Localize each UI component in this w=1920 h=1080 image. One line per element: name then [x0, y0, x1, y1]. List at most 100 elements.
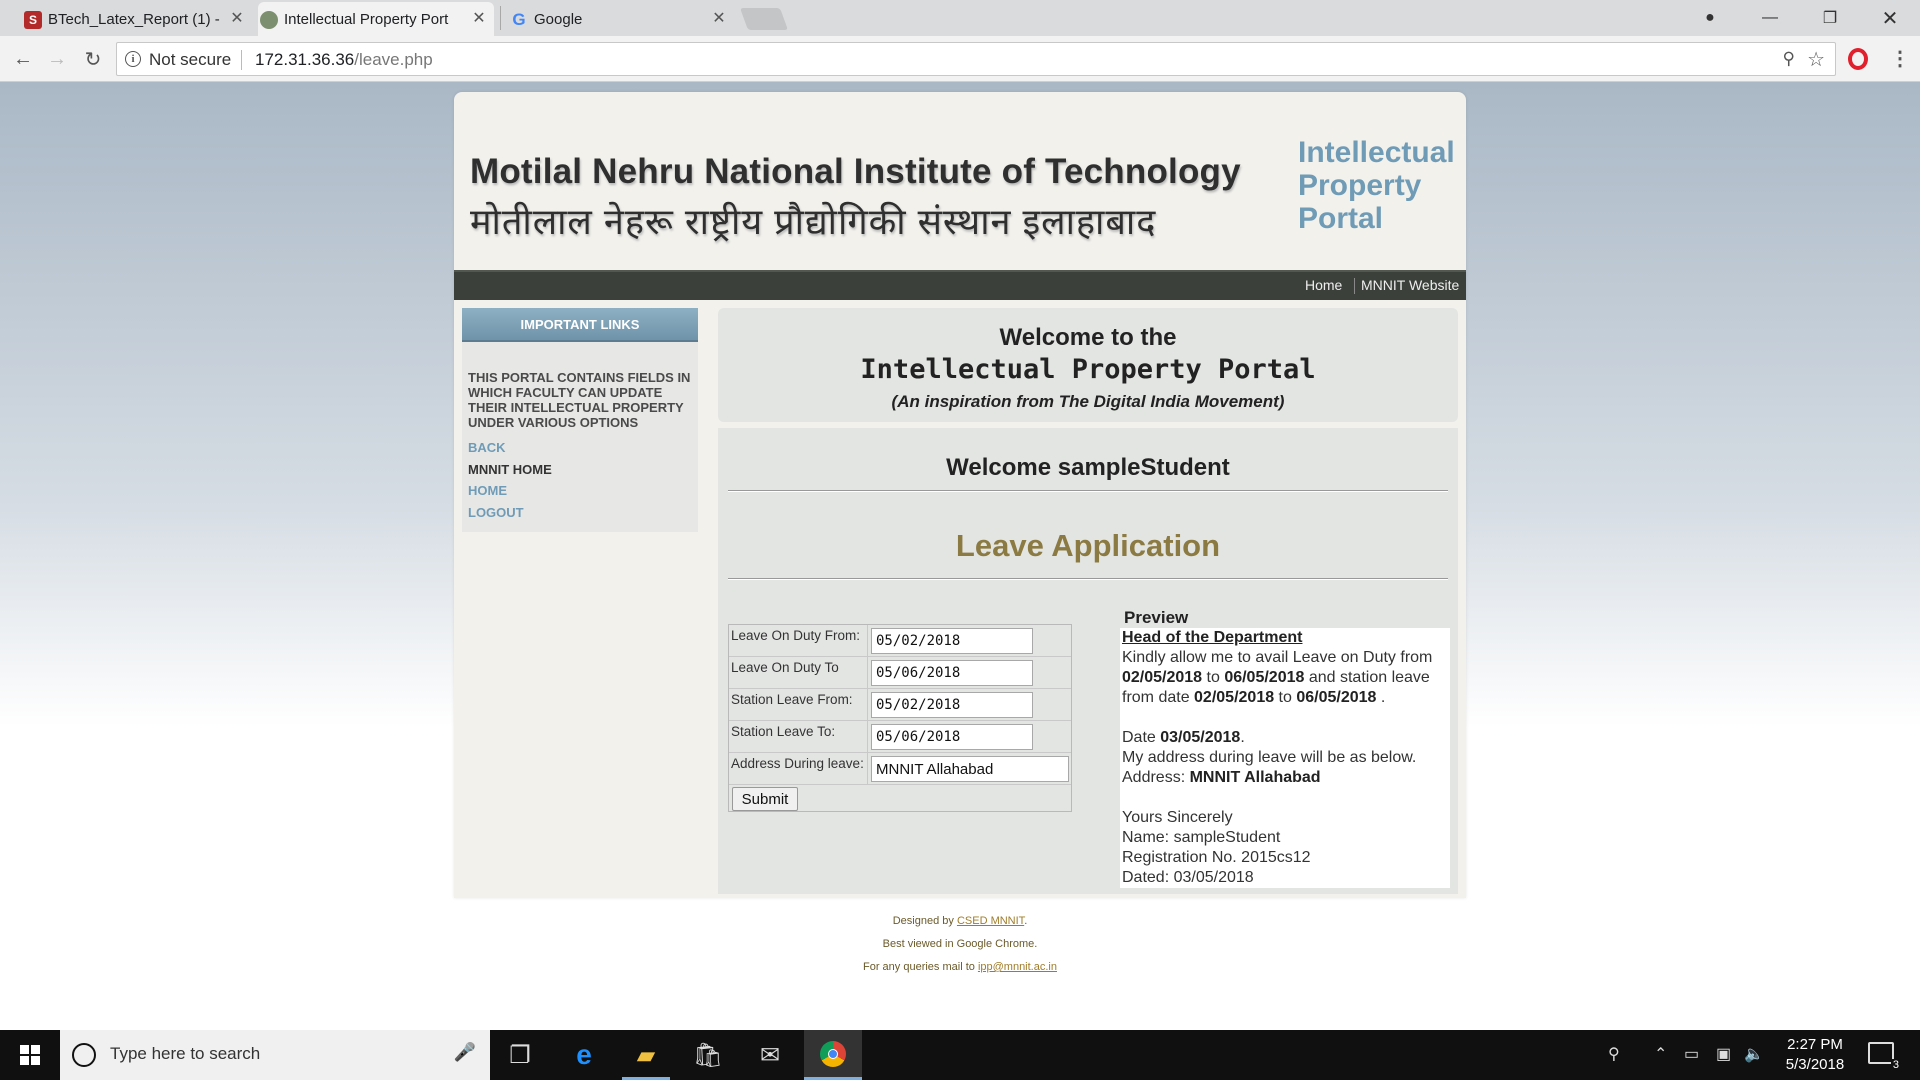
form-row-leave-from: Leave On Duty From:: [729, 625, 1071, 657]
leave-form: Leave On Duty From: Leave On Duty To Sta…: [728, 624, 1072, 812]
email-link[interactable]: ipp@mnnit.ac.in: [978, 961, 1057, 973]
preview-heading: Preview: [1124, 608, 1189, 627]
show-hidden-icons-icon[interactable]: ⌃: [1654, 1044, 1667, 1064]
preview-date: 06/05/2018: [1224, 669, 1305, 686]
preview-date-line: Date 03/05/2018.: [1122, 728, 1448, 748]
submit-button[interactable]: Submit: [732, 787, 798, 811]
start-button[interactable]: [0, 1030, 60, 1080]
footer-text: .: [1024, 915, 1028, 927]
footer-text: Designed by: [892, 915, 957, 927]
tab-title: BTech_Latex_Report (1) -: [48, 10, 220, 28]
chrome-menu-icon[interactable]: ⋮: [1890, 46, 1910, 71]
bookmark-star-icon[interactable]: ☆: [1807, 47, 1825, 72]
station-to-date-input[interactable]: [871, 724, 1033, 750]
preview-name: Name: sampleStudent: [1122, 829, 1281, 846]
tab-latex-report[interactable]: S BTech_Latex_Report (1) - ✕: [22, 2, 252, 36]
microphone-icon[interactable]: 🎤: [454, 1042, 476, 1063]
restore-icon[interactable]: ❐: [1800, 0, 1860, 36]
chrome-icon[interactable]: [804, 1030, 862, 1080]
cell-divider: [867, 689, 868, 721]
close-window-icon[interactable]: ✕: [1860, 0, 1920, 36]
sidebar-link-mnnit-home[interactable]: MNNIT HOME: [468, 462, 552, 477]
profile-icon[interactable]: ●: [1680, 0, 1740, 36]
zoom-icon[interactable]: ⚲: [1783, 49, 1795, 69]
welcome-line: Welcome to the: [999, 324, 1177, 351]
ip-portal-favicon-icon: [260, 11, 278, 29]
site-footer: Designed by CSED MNNIT. Best viewed in G…: [454, 910, 1466, 979]
url-path: /leave.php: [354, 50, 433, 69]
preview-date: 06/05/2018: [1296, 689, 1377, 706]
sidebar-link-back[interactable]: BACK: [468, 440, 506, 455]
preview-address: MNNIT Allahabad: [1189, 769, 1321, 786]
page-viewport: Motilal Nehru National Institute of Tech…: [0, 82, 1920, 1030]
nav-separator: [1354, 278, 1355, 294]
footer-contact: For any queries mail to ipp@mnnit.ac.in: [454, 956, 1466, 979]
address-bar[interactable]: i Not secure 172.31.36.36/leave.php ⚲ ☆: [116, 42, 1836, 76]
nav-mnnit-website-link[interactable]: MNNIT Website: [1361, 277, 1459, 293]
station-from-date-input[interactable]: [871, 692, 1033, 718]
minimize-icon[interactable]: —: [1740, 0, 1800, 36]
back-arrow-icon[interactable]: ←: [10, 46, 36, 72]
url-text[interactable]: 172.31.36.36/leave.php: [255, 50, 433, 70]
preview-recipient: Head of the Department: [1122, 629, 1303, 646]
security-label: Not secure: [149, 50, 232, 69]
cortana-icon: [72, 1043, 96, 1067]
close-tab-icon[interactable]: ✕: [710, 9, 728, 27]
footer-browser-note: Best viewed in Google Chrome.: [882, 938, 1038, 950]
network-icon[interactable]: ▣: [1716, 1044, 1731, 1064]
tab-separator: [500, 6, 501, 30]
preview-closing: Yours Sincerely: [1122, 809, 1233, 826]
form-row-station-to: Station Leave To:: [729, 721, 1071, 753]
user-greeting: Welcome sampleStudent: [946, 454, 1230, 481]
portal-title-line: Portal: [1298, 202, 1384, 235]
preview-text: .: [1376, 689, 1386, 706]
store-icon[interactable]: 🛍: [680, 1030, 736, 1080]
nav-home-link[interactable]: Home: [1305, 277, 1342, 293]
action-center-icon[interactable]: 3: [1868, 1042, 1901, 1071]
battery-icon[interactable]: ▭: [1684, 1044, 1699, 1064]
welcome-banner: Welcome to the Intellectual Property Por…: [718, 308, 1458, 422]
chrome-logo-icon: [820, 1040, 846, 1067]
preview-date: 02/05/2018: [1194, 689, 1275, 706]
preview-dated: Dated: 03/05/2018: [1122, 869, 1254, 886]
sidebar-description: THIS PORTAL CONTAINS FIELDS IN WHICH FAC…: [468, 370, 691, 430]
opera-extension-icon[interactable]: [1848, 48, 1868, 70]
edge-browser-icon[interactable]: e: [556, 1030, 612, 1080]
portal-title: Intellectual Property Portal: [1298, 136, 1468, 235]
volume-icon[interactable]: 🔈: [1744, 1044, 1764, 1064]
preview-text: Address:: [1122, 769, 1190, 786]
new-tab-button[interactable]: [739, 8, 789, 30]
file-explorer-icon[interactable]: ▰: [618, 1030, 674, 1080]
mail-icon[interactable]: ✉: [742, 1030, 798, 1080]
info-icon[interactable]: i: [125, 51, 141, 67]
preview-address-line: Address: MNNIT Allahabad: [1122, 768, 1448, 788]
close-tab-icon[interactable]: ✕: [228, 9, 246, 27]
browser-toolbar: ← → ↻ i Not secure 172.31.36.36/leave.ph…: [0, 36, 1920, 82]
people-icon[interactable]: ⚲: [1608, 1044, 1620, 1064]
task-view-icon[interactable]: ❐: [492, 1030, 548, 1080]
forward-arrow-icon[interactable]: →: [44, 46, 70, 72]
sidebar-link-logout[interactable]: LOGOUT: [468, 505, 524, 520]
csed-link[interactable]: CSED MNNIT: [957, 915, 1024, 927]
institute-name-english: Motilal Nehru National Institute of Tech…: [470, 152, 1241, 191]
leave-to-label: Leave On Duty To: [731, 660, 839, 675]
welcome-portal-name: Intellectual Property Portal: [860, 354, 1316, 385]
divider: [728, 490, 1448, 492]
portal-title-line: Property: [1298, 169, 1422, 202]
reload-icon[interactable]: ↻: [80, 46, 106, 72]
browser-tab-bar: S BTech_Latex_Report (1) - ✕ Intellectua…: [0, 0, 1920, 36]
close-tab-icon[interactable]: ✕: [470, 9, 488, 27]
clock-date: 5/3/2018: [1785, 1056, 1845, 1073]
system-clock[interactable]: 2:27 PM 5/3/2018: [1770, 1035, 1860, 1075]
sidebar-link-home[interactable]: HOME: [468, 483, 507, 498]
tab-google[interactable]: G Google ✕: [508, 2, 734, 36]
tab-ip-portal[interactable]: Intellectual Property Port ✕: [258, 2, 494, 36]
preview-body: Kindly allow me to avail Leave on Duty f…: [1122, 648, 1448, 708]
address-input[interactable]: [871, 756, 1069, 782]
leave-to-date-input[interactable]: [871, 660, 1033, 686]
taskbar-search-box[interactable]: Type here to search 🎤: [60, 1030, 490, 1080]
leave-from-date-input[interactable]: [871, 628, 1033, 654]
preview-registration: Registration No. 2015cs12: [1122, 849, 1311, 866]
